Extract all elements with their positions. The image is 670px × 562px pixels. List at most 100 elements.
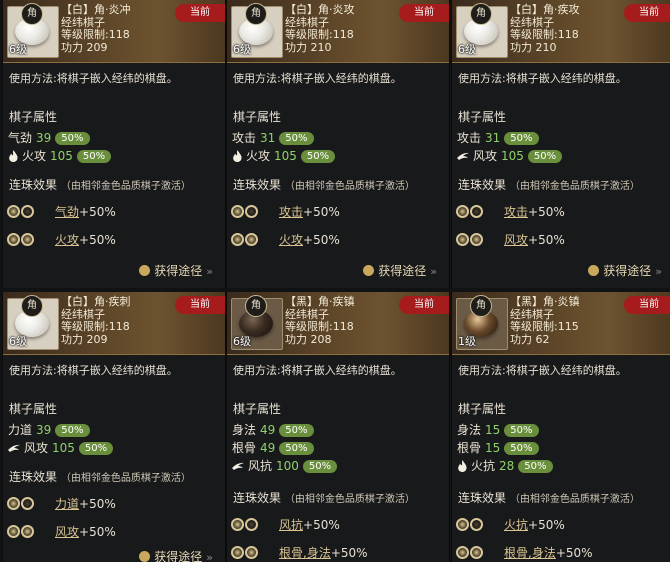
chain-attribute-link[interactable]: 风抗 bbox=[279, 518, 303, 532]
chain-attribute-link[interactable]: 根骨,身法 bbox=[279, 546, 331, 560]
attribute-percent-badge: 50% bbox=[518, 460, 553, 473]
attribute-percent-badge: 50% bbox=[279, 442, 314, 455]
attribute-row: 火抗 28 50% bbox=[457, 458, 553, 474]
item-header: 角 6级 【白】角·疾攻 经纬棋子 等级限制:118 功力 210 当前 bbox=[452, 0, 670, 63]
attribute-row: 根骨 49 50% bbox=[232, 440, 314, 456]
chain-effect-row: 攻击+50% bbox=[231, 204, 340, 220]
chain-effect-title: 连珠效果 （由相邻金色品质棋子激活） bbox=[458, 176, 640, 193]
chain-bonus: +50% bbox=[303, 205, 340, 219]
acquire-route-button[interactable]: 获得途径» bbox=[139, 262, 213, 279]
attribute-row: 攻击 31 50% bbox=[457, 130, 539, 146]
item-name: 【白】角·炎冲 bbox=[61, 3, 131, 16]
attribute-name: 根骨 bbox=[457, 441, 482, 455]
acquire-route-button[interactable]: 获得途径» bbox=[363, 262, 437, 279]
attribute-value: 28 bbox=[499, 459, 515, 473]
item-header: 角 6级 【黑】角·疾镇 经纬棋子 等级限制:118 功力 208 当前 bbox=[227, 292, 449, 355]
chain-effect-row: 火攻+50% bbox=[7, 232, 116, 248]
attribute-percent-badge: 50% bbox=[504, 424, 539, 437]
chain-bonus: +50% bbox=[79, 205, 116, 219]
item-thumbnail[interactable]: 角 6级 bbox=[231, 3, 283, 58]
level-limit: 等级限制:118 bbox=[510, 28, 579, 41]
attribute-row: 气劲 39 50% bbox=[8, 130, 90, 146]
chain-slots-icon bbox=[456, 232, 490, 248]
wind-icon bbox=[232, 459, 245, 470]
attribute-row: 风抗 100 50% bbox=[232, 458, 338, 474]
chain-note: （由相邻金色品质棋子激活） bbox=[509, 181, 640, 192]
attribute-percent-badge: 50% bbox=[527, 150, 563, 163]
item-name: 【黑】角·炎镇 bbox=[510, 295, 580, 308]
coin-icon bbox=[588, 265, 600, 276]
power-value: 功力 208 bbox=[285, 332, 332, 346]
chevron-right-icon: » bbox=[206, 551, 213, 562]
chain-note: （由相邻金色品质棋子激活） bbox=[284, 494, 415, 505]
item-thumbnail[interactable]: 角 6级 bbox=[231, 295, 283, 350]
attribute-row: 力道 39 50% bbox=[8, 422, 90, 438]
power-value: 功力 210 bbox=[510, 40, 557, 54]
item-tooltip-card: 角 6级 【白】角·疾刺 经纬棋子 等级限制:118 功力 209 当前 使用方法:将棋子嵌入… bbox=[2, 292, 226, 562]
attribute-percent-badge: 50% bbox=[55, 132, 90, 145]
chain-attribute-link[interactable]: 风攻 bbox=[504, 233, 528, 247]
attribute-value: 100 bbox=[276, 459, 299, 473]
attribute-name: 力道 bbox=[8, 423, 33, 437]
acquire-route-button[interactable]: 获得途径» bbox=[588, 262, 662, 279]
item-name: 【白】角·炎攻 bbox=[285, 3, 355, 16]
chain-bonus: +50% bbox=[79, 497, 116, 511]
chevron-right-icon: » bbox=[430, 265, 437, 278]
wind-icon bbox=[457, 149, 470, 160]
item-level: 1级 bbox=[458, 335, 476, 348]
fire-icon bbox=[8, 150, 19, 162]
item-info: 【白】角·炎冲 经纬棋子 等级限制:118 功力 209 bbox=[61, 3, 131, 54]
item-info: 【黑】角·疾镇 经纬棋子 等级限制:118 功力 208 bbox=[285, 295, 355, 346]
chain-bonus: +50% bbox=[303, 233, 340, 247]
item-level: 6级 bbox=[9, 43, 27, 56]
power-value: 功力 209 bbox=[61, 40, 108, 54]
chevron-right-icon: » bbox=[206, 265, 213, 278]
item-thumbnail[interactable]: 角 6级 bbox=[7, 3, 59, 58]
usage-text: 使用方法:将棋子嵌入经纬的棋盘。 bbox=[9, 364, 178, 377]
chain-effect-row: 攻击+50% bbox=[456, 204, 565, 220]
attributes-title: 棋子属性 bbox=[9, 402, 58, 416]
item-name: 【白】角·疾刺 bbox=[61, 295, 131, 308]
chain-bonus: +50% bbox=[303, 518, 340, 532]
chain-attribute-link[interactable]: 攻击 bbox=[279, 205, 303, 219]
chain-bonus: +50% bbox=[528, 205, 565, 219]
chain-attribute-link[interactable]: 力道 bbox=[55, 497, 79, 511]
attribute-name: 风抗 bbox=[248, 459, 273, 473]
item-header: 角 6级 【白】角·炎攻 经纬棋子 等级限制:118 功力 210 当前 bbox=[227, 0, 449, 63]
item-thumbnail[interactable]: 角 6级 bbox=[456, 3, 508, 58]
item-header: 角 6级 【白】角·炎冲 经纬棋子 等级限制:118 功力 209 当前 bbox=[3, 0, 225, 63]
piece-type-tag: 角 bbox=[470, 3, 492, 25]
level-limit: 等级限制:118 bbox=[61, 28, 130, 41]
chain-bonus: +50% bbox=[330, 546, 368, 560]
chain-attribute-link[interactable]: 气劲 bbox=[55, 205, 79, 219]
attribute-row: 火攻 105 50% bbox=[232, 148, 336, 164]
item-tooltip-card: 角 6级 【白】角·炎冲 经纬棋子 等级限制:118 功力 209 当前 使用方法:将棋子嵌入… bbox=[2, 0, 226, 288]
chain-slots-icon bbox=[231, 517, 265, 533]
level-limit: 等级限制:118 bbox=[285, 320, 354, 333]
chain-slots-icon bbox=[231, 545, 265, 561]
acquire-route-button[interactable]: 获得途径» bbox=[139, 548, 213, 562]
chain-bonus: +50% bbox=[528, 518, 565, 532]
item-level: 6级 bbox=[9, 335, 27, 348]
chain-attribute-link[interactable]: 攻击 bbox=[504, 205, 528, 219]
item-thumbnail[interactable]: 角 6级 bbox=[7, 295, 59, 350]
attributes-title: 棋子属性 bbox=[458, 402, 507, 416]
chain-attribute-link[interactable]: 火抗 bbox=[504, 518, 528, 532]
attribute-row: 风攻 105 50% bbox=[8, 440, 114, 456]
attribute-row: 火攻 105 50% bbox=[8, 148, 112, 164]
chain-effect-row: 根骨,身法+50% bbox=[231, 545, 368, 561]
attribute-name: 攻击 bbox=[232, 131, 257, 145]
chain-slots-icon bbox=[456, 204, 490, 220]
fire-icon bbox=[232, 150, 243, 162]
chain-attribute-link[interactable]: 风攻 bbox=[55, 525, 79, 539]
current-badge: 当前 bbox=[399, 4, 449, 22]
attribute-name: 火攻 bbox=[22, 149, 47, 163]
item-level: 6级 bbox=[233, 43, 251, 56]
item-thumbnail[interactable]: 角 1级 bbox=[456, 295, 508, 350]
chain-slots-icon bbox=[7, 232, 41, 248]
attribute-value: 49 bbox=[260, 441, 276, 455]
attribute-value: 31 bbox=[485, 131, 501, 145]
chain-attribute-link[interactable]: 火攻 bbox=[55, 233, 79, 247]
chain-attribute-link[interactable]: 火攻 bbox=[279, 233, 303, 247]
chain-attribute-link[interactable]: 根骨,身法 bbox=[504, 546, 556, 560]
